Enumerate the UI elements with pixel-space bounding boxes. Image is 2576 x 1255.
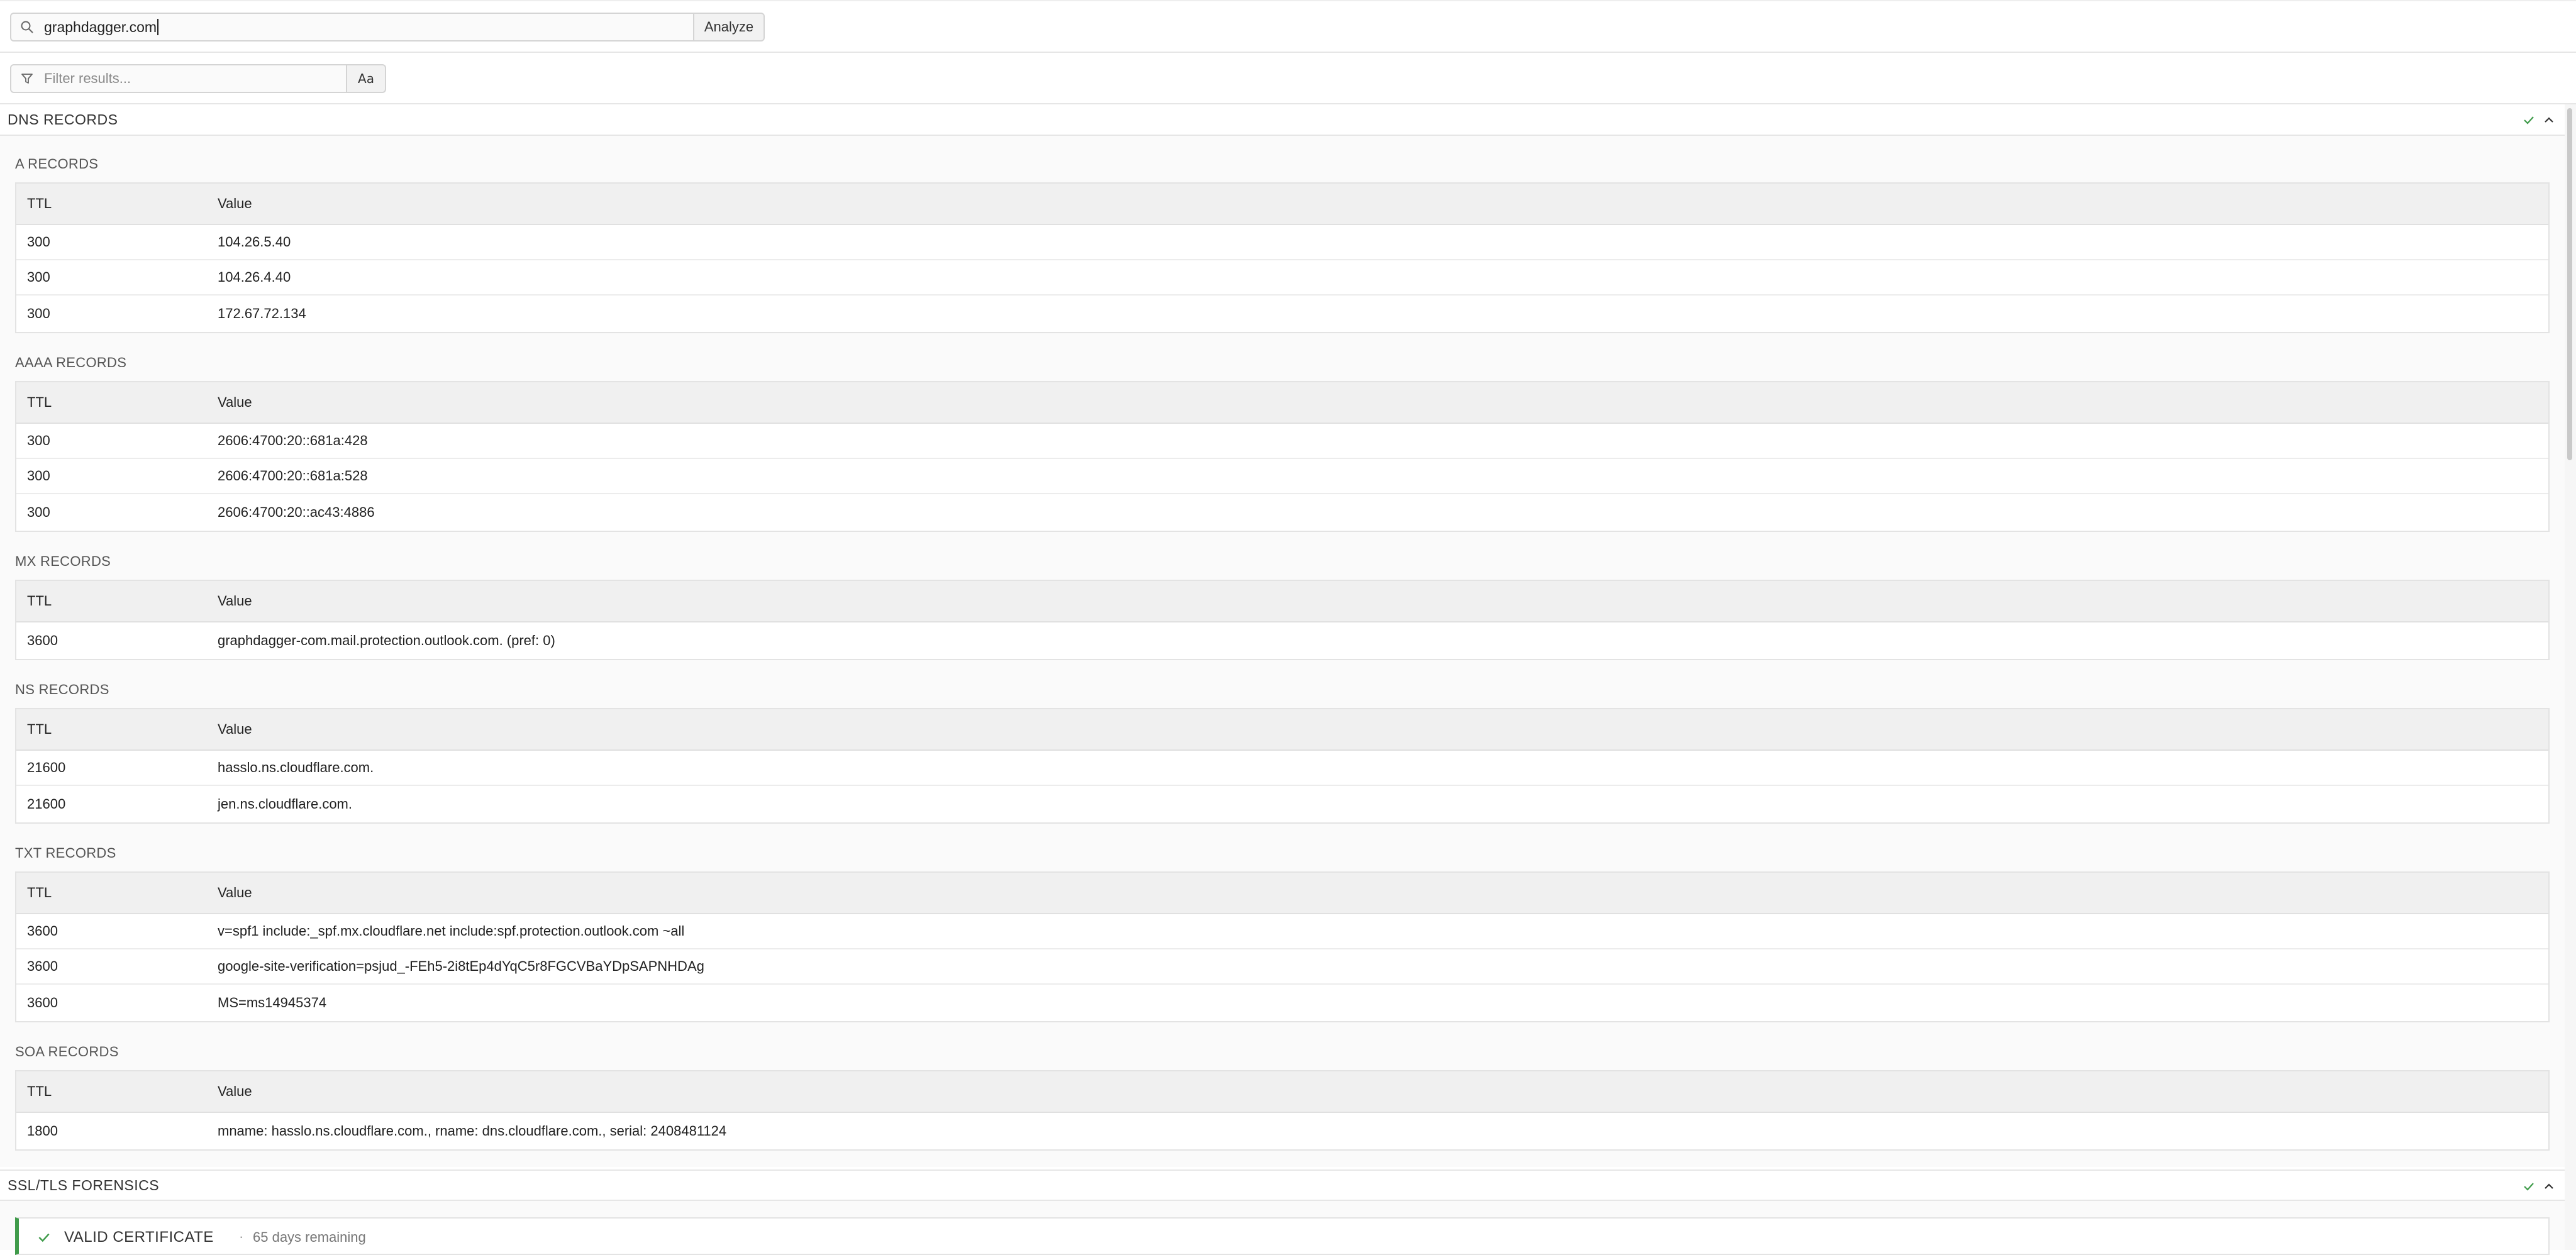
check-icon (2524, 116, 2534, 124)
table-row: 1800 mname: hasslo.ns.cloudflare.com., r… (16, 1113, 2548, 1149)
filter-input[interactable]: Filter results... (10, 64, 347, 93)
scrollbar-thumb[interactable] (2567, 108, 2572, 460)
value-cell: 2606:4700:20::ac43:4886 (218, 504, 375, 520)
table-row: 21600 hasslo.ns.cloudflare.com. (16, 751, 2548, 786)
ttl-cell: 21600 (27, 760, 66, 775)
table-row: 21600 jen.ns.cloudflare.com. (16, 786, 2548, 822)
check-icon (38, 1233, 50, 1242)
search-icon (21, 21, 33, 33)
ttl-cell: 21600 (27, 796, 66, 812)
table-row: 300 104.26.5.40 (16, 225, 2548, 260)
ttl-cell: 3600 (27, 995, 58, 1010)
table-row: 3600 MS=ms14945374 (16, 985, 2548, 1021)
chevron-up-icon[interactable] (2542, 113, 2556, 127)
search-group: graphdagger.com Analyze (10, 13, 765, 41)
aaaa-records-title: AAAA RECORDS (15, 355, 127, 370)
ttl-cell: 3600 (27, 923, 58, 939)
ssl-section-header[interactable]: SSL/TLS FORENSICS (0, 1169, 2565, 1201)
table-header: TTL Value (16, 873, 2548, 914)
ttl-header: TTL (27, 885, 52, 900)
ttl-header: TTL (27, 721, 52, 737)
value-cell: 2606:4700:20::681a:528 (218, 468, 368, 484)
dns-section-header[interactable]: DNS RECORDS (0, 104, 2565, 136)
match-case-toggle[interactable]: Aa (347, 64, 386, 93)
days-remaining: 65 days remaining (253, 1229, 366, 1245)
ns-records-title: NS RECORDS (15, 682, 109, 697)
chevron-up-icon[interactable] (2542, 1180, 2556, 1193)
table-row: 300 172.67.72.134 (16, 296, 2548, 332)
table-header: TTL Value (16, 1071, 2548, 1113)
soa-records-table: TTL Value 1800 mname: hasslo.ns.cloudfla… (15, 1070, 2550, 1151)
ttl-cell: 300 (27, 234, 50, 250)
ttl-cell: 300 (27, 269, 50, 285)
check-icon (2524, 1183, 2534, 1191)
value-cell: google-site-verification=psjud_-FEh5-2i8… (218, 958, 704, 974)
filter-placeholder: Filter results... (44, 70, 131, 86)
table-header: TTL Value (16, 581, 2548, 622)
dns-records-content: A RECORDS TTL Value 300 104.26.5.40 300 … (0, 136, 2565, 1167)
ttl-cell: 300 (27, 504, 50, 520)
ttl-cell: 300 (27, 433, 50, 448)
filter-group: Filter results... Aa (10, 64, 386, 93)
soa-records-title: SOA RECORDS (15, 1044, 119, 1059)
analyze-button[interactable]: Analyze (694, 13, 765, 41)
ttl-cell: 3600 (27, 958, 58, 974)
table-row: 3600 google-site-verification=psjud_-FEh… (16, 949, 2548, 985)
value-cell: 104.26.5.40 (218, 234, 291, 250)
text-caret (157, 19, 159, 35)
filter-bar: Filter results... Aa (0, 53, 2576, 104)
filter-icon (21, 74, 33, 84)
value-cell: v=spf1 include:_spf.mx.cloudflare.net in… (218, 923, 685, 939)
dns-section-title: DNS RECORDS (8, 111, 118, 128)
top-search-bar: graphdagger.com Analyze (0, 0, 2576, 53)
ttl-cell: 300 (27, 468, 50, 484)
table-row: 300 2606:4700:20::681a:528 (16, 459, 2548, 494)
table-row: 300 2606:4700:20::681a:428 (16, 424, 2548, 459)
value-cell: 2606:4700:20::681a:428 (218, 433, 368, 448)
ttl-header: TTL (27, 196, 52, 211)
ttl-cell: 3600 (27, 633, 58, 648)
value-cell: mname: hasslo.ns.cloudflare.com., rname:… (218, 1123, 727, 1139)
certificate-status-card: VALID CERTIFICATE · 65 days remaining (15, 1217, 2550, 1255)
value-cell: 172.67.72.134 (218, 306, 306, 321)
ttl-header: TTL (27, 1083, 52, 1099)
ttl-cell: 300 (27, 306, 50, 321)
ttl-header: TTL (27, 394, 52, 410)
search-input-value: graphdagger.com (44, 18, 157, 35)
mx-records-table: TTL Value 3600 graphdagger-com.mail.prot… (15, 580, 2550, 660)
txt-records-table: TTL Value 3600 v=spf1 include:_spf.mx.cl… (15, 871, 2550, 1022)
certificate-status: VALID CERTIFICATE (64, 1229, 214, 1246)
table-row: 3600 graphdagger-com.mail.protection.out… (16, 622, 2548, 659)
ns-records-table: TTL Value 21600 hasslo.ns.cloudflare.com… (15, 708, 2550, 824)
value-cell: jen.ns.cloudflare.com. (218, 796, 352, 812)
a-records-table: TTL Value 300 104.26.5.40 300 104.26.4.4… (15, 182, 2550, 333)
table-row: 300 2606:4700:20::ac43:4886 (16, 494, 2548, 531)
table-row: 300 104.26.4.40 (16, 260, 2548, 296)
aaaa-records-table: TTL Value 300 2606:4700:20::681a:428 300… (15, 381, 2550, 532)
ssl-section-title: SSL/TLS FORENSICS (8, 1176, 160, 1193)
table-header: TTL Value (16, 709, 2548, 751)
ttl-cell: 1800 (27, 1123, 58, 1139)
table-header: TTL Value (16, 184, 2548, 225)
separator-dot: · (239, 1229, 244, 1244)
mx-records-title: MX RECORDS (15, 553, 111, 569)
a-records-title: A RECORDS (15, 156, 99, 172)
search-input[interactable]: graphdagger.com (10, 13, 694, 41)
value-cell: 104.26.4.40 (218, 269, 291, 285)
table-row: 3600 v=spf1 include:_spf.mx.cloudflare.n… (16, 914, 2548, 949)
table-header: TTL Value (16, 382, 2548, 424)
value-cell: graphdagger-com.mail.protection.outlook.… (218, 633, 555, 648)
txt-records-title: TXT RECORDS (15, 845, 116, 861)
value-cell: MS=ms14945374 (218, 995, 327, 1010)
ttl-header: TTL (27, 593, 52, 609)
value-cell: hasslo.ns.cloudflare.com. (218, 760, 374, 775)
